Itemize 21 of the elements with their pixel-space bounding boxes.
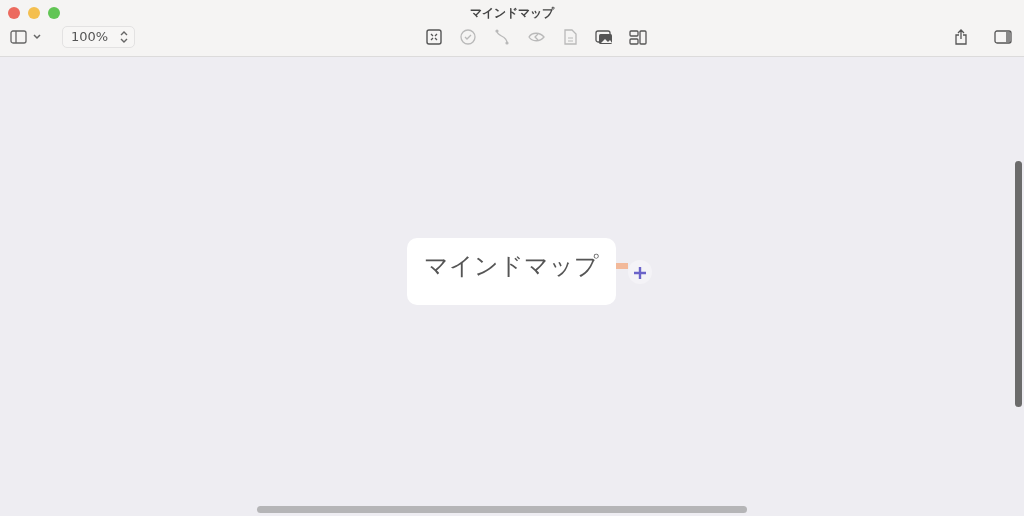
share-icon [955, 29, 967, 45]
close-button[interactable] [8, 7, 20, 19]
fit-icon [425, 28, 443, 46]
sidebar-icon [994, 30, 1012, 44]
horizontal-scrollbar[interactable] [257, 506, 747, 513]
photo-icon [595, 28, 613, 46]
layout-icon [629, 28, 647, 46]
zoom-field[interactable]: 100% [62, 26, 135, 48]
connector-stub [616, 263, 628, 269]
plus-icon [633, 265, 647, 280]
sidebar-icon [10, 30, 44, 44]
vertical-scrollbar[interactable] [1015, 161, 1022, 407]
window-title: マインドマップ [470, 6, 554, 20]
add-child-button[interactable] [628, 260, 652, 284]
checkmark-icon [459, 28, 477, 46]
zoom-button[interactable] [48, 7, 60, 19]
document-icon [561, 28, 579, 46]
minimize-button[interactable] [28, 7, 40, 19]
stepper-icon[interactable] [120, 31, 128, 43]
curve-icon [493, 28, 511, 46]
mind-map-node[interactable]: マインドマップ [407, 238, 616, 305]
